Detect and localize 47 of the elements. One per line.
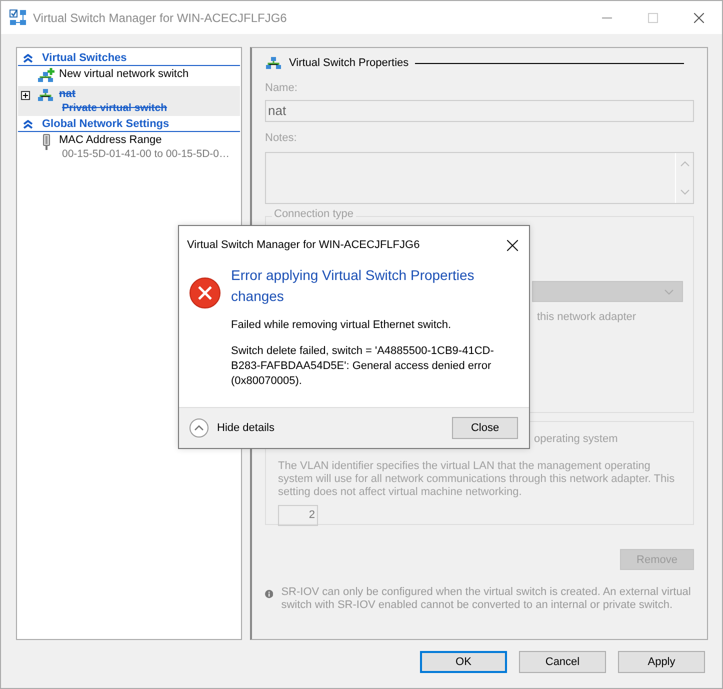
scroll-down-icon[interactable] <box>680 189 690 195</box>
dialog-button[interactable]: Cancel <box>519 651 606 673</box>
section-title[interactable]: Global Network Settings <box>42 118 170 130</box>
close-icon[interactable] <box>694 12 704 22</box>
name-field[interactable]: nat <box>265 100 694 122</box>
collapse-icon[interactable] <box>23 54 33 62</box>
close-button[interactable]: Close <box>452 417 518 439</box>
expand-icon[interactable] <box>21 91 30 100</box>
scroll-up-icon[interactable] <box>680 161 690 167</box>
error-details: Switch delete failed, switch = 'A4885500-1CB9-41CD-B283-FAFBDAA54D5E': General access denied error (0x80070005). <box>231 344 495 389</box>
info-text: SR-IOV can only be configured when the virtual switch is created. An external virtual switch with SR-IOV enabled cannot be converted to an internal or private switch. <box>281 586 692 612</box>
error-message: Failed while removing virtual Ethernet switch. <box>231 318 452 333</box>
close-icon[interactable] <box>507 240 518 250</box>
item-label: nat <box>59 88 76 100</box>
item-description: Private virtual switch <box>62 102 168 114</box>
app-icon <box>9 8 27 26</box>
toggle-label[interactable]: Hide details <box>217 422 274 434</box>
hide-details-toggle[interactable]: Hide details <box>189 418 274 438</box>
error-icon <box>189 277 221 309</box>
dialog-title: Virtual Switch Manager for WIN-ACECJFLFJG6 <box>187 239 420 251</box>
dialog-button[interactable]: OK <box>420 651 507 673</box>
network-card-icon <box>43 134 50 150</box>
notes-label: Notes: <box>265 132 298 144</box>
error-heading: Error applying Virtual Switch Properties changes <box>231 266 476 306</box>
collapse-icon[interactable] <box>189 418 209 438</box>
section-title: Virtual Switch Properties <box>289 57 409 69</box>
section-title[interactable]: Virtual Switches <box>42 52 127 64</box>
window-title: Virtual Switch Manager for WIN-ACECJFLFJG6 <box>33 10 288 24</box>
sidebar-item[interactable]: New virtual network switch <box>18 66 240 86</box>
item-label: MAC Address Range <box>59 134 163 146</box>
vlan-description: The VLAN identifier specifies the virtual LAN that the management operating system will use for all network communications through this network adapter. This setting does not affect virtual machine networking. <box>278 460 676 499</box>
maximize-icon[interactable] <box>648 12 658 22</box>
name-label: Name: <box>265 82 298 94</box>
network-icon <box>265 56 283 70</box>
vlan-id-field[interactable]: 2 <box>278 505 318 526</box>
group-title: Connection type <box>272 208 356 220</box>
sidebar-item[interactable]: nat Private virtual switch <box>18 86 240 116</box>
dialog-button[interactable]: Apply <box>618 651 705 673</box>
checkbox-label: this network adapter <box>537 311 638 323</box>
notes-field[interactable] <box>265 152 694 204</box>
sidebar-item[interactable]: MAC Address Range 00-15-5D-01-41-00 to 00-15-5D-0… <box>18 132 240 162</box>
network-add-icon <box>37 68 55 84</box>
collapse-icon[interactable] <box>23 120 33 128</box>
network-icon <box>37 88 55 102</box>
item-description: 00-15-5D-01-41-00 to 00-15-5D-0… <box>62 148 230 160</box>
item-label: New virtual network switch <box>59 68 189 80</box>
checkbox-label: operating system <box>534 433 619 445</box>
